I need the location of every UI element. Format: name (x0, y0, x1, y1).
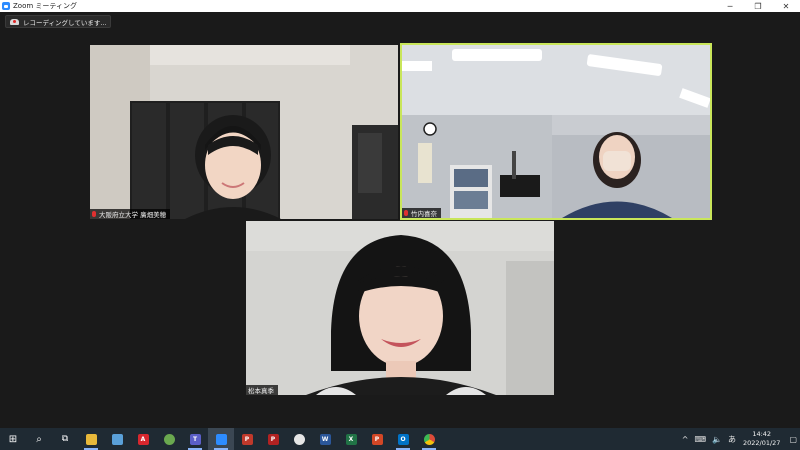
obs-icon (293, 433, 305, 445)
recording-label: レコーディングしています... (23, 18, 107, 27)
participant-2-name: 竹内喜奈 (411, 210, 437, 218)
taskbar-teams[interactable]: T (182, 428, 208, 450)
search-icon: ⌕ (36, 433, 42, 445)
pdf-editor-icon: P (241, 433, 253, 445)
taskbar-file-explorer[interactable] (78, 428, 104, 450)
paint-icon (163, 433, 175, 445)
mic-muted-icon (92, 211, 96, 217)
teams-icon: T (189, 433, 201, 445)
notification-center-icon[interactable]: ▢ (789, 435, 797, 444)
mic-muted-icon (404, 210, 408, 216)
ime-mode-indicator[interactable]: あ (728, 434, 736, 445)
word-icon: W (319, 433, 331, 445)
acrobat-icon: A (137, 433, 149, 445)
participant-1-name-tag: 大阪府立大学 廣畑美穂 (90, 209, 171, 219)
minimize-button[interactable]: ─ (716, 0, 744, 12)
taskbar-zoom[interactable] (208, 428, 234, 450)
window-title: Zoom ミーティング (13, 2, 77, 10)
taskbar-notepad[interactable] (104, 428, 130, 450)
taskbar-outlook[interactable]: O (390, 428, 416, 450)
video-tile-participant-1[interactable]: 大阪府立大学 廣畑美穂 (90, 45, 398, 219)
start-windows-icon: ⊞ (8, 433, 18, 445)
taskbar-powerpoint[interactable]: P (364, 428, 390, 450)
outlook-icon: O (397, 433, 409, 445)
start-button[interactable]: ⊞ (0, 428, 26, 450)
participant-2-video (402, 45, 710, 218)
taskbar-pdf-editor[interactable]: P (234, 428, 260, 450)
video-tile-participant-3[interactable]: 松本真季 (246, 221, 554, 395)
participant-1-name: 大阪府立大学 廣畑美穂 (99, 211, 167, 219)
task-view-icon: ⧉ (61, 434, 69, 444)
video-tile-participant-2[interactable]: 竹内喜奈 (400, 43, 712, 220)
chrome-icon (423, 433, 435, 445)
notepad-icon (111, 433, 123, 445)
show-hidden-icons-chevron-icon[interactable]: ^ (682, 435, 689, 444)
taskbar-chrome[interactable] (416, 428, 442, 450)
taskbar-word[interactable]: W (312, 428, 338, 450)
taskbar-pdf-viewer[interactable]: P (260, 428, 286, 450)
cloud-record-icon (10, 18, 19, 25)
search-button[interactable]: ⌕ (26, 428, 52, 450)
taskbar-acrobat[interactable]: A (130, 428, 156, 450)
window-controls: ─ ❐ ✕ (716, 0, 800, 12)
file-explorer-icon (85, 433, 97, 445)
participant-3-name: 松本真季 (248, 387, 274, 395)
close-button[interactable]: ✕ (772, 0, 800, 12)
recording-indicator[interactable]: レコーディングしています... (5, 15, 111, 28)
volume-icon[interactable]: 🔈 (712, 435, 722, 444)
keyboard-icon[interactable]: ⌨ (694, 435, 706, 444)
participant-3-name-tag: 松本真季 (246, 385, 278, 395)
taskbar-excel[interactable]: X (338, 428, 364, 450)
window-titlebar: Zoom ミーティング ─ ❐ ✕ (0, 0, 800, 12)
excel-icon: X (345, 433, 357, 445)
system-clock[interactable]: 14:42 2022/01/27 (743, 430, 780, 448)
participant-1-video (90, 45, 398, 219)
zoom-icon (215, 433, 227, 445)
participant-3-video (246, 221, 554, 395)
clock-time: 14:42 (752, 430, 772, 438)
task-view-button[interactable]: ⧉ (52, 428, 78, 450)
powerpoint-icon: P (371, 433, 383, 445)
pdf-viewer-icon: P (267, 433, 279, 445)
system-tray: ^ ⌨ 🔈 あ 14:42 2022/01/27 ▢ (679, 428, 800, 450)
taskbar-obs[interactable] (286, 428, 312, 450)
windows-taskbar: ⊞ ⌕ ⧉ A T P P W X P O ^ ⌨ 🔈 あ 14:42 2022… (0, 428, 800, 450)
zoom-app-icon (2, 2, 10, 10)
taskbar-paint[interactable] (156, 428, 182, 450)
participant-2-name-tag: 竹内喜奈 (402, 208, 441, 218)
clock-date: 2022/01/27 (742, 439, 781, 447)
maximize-button[interactable]: ❐ (744, 0, 772, 12)
